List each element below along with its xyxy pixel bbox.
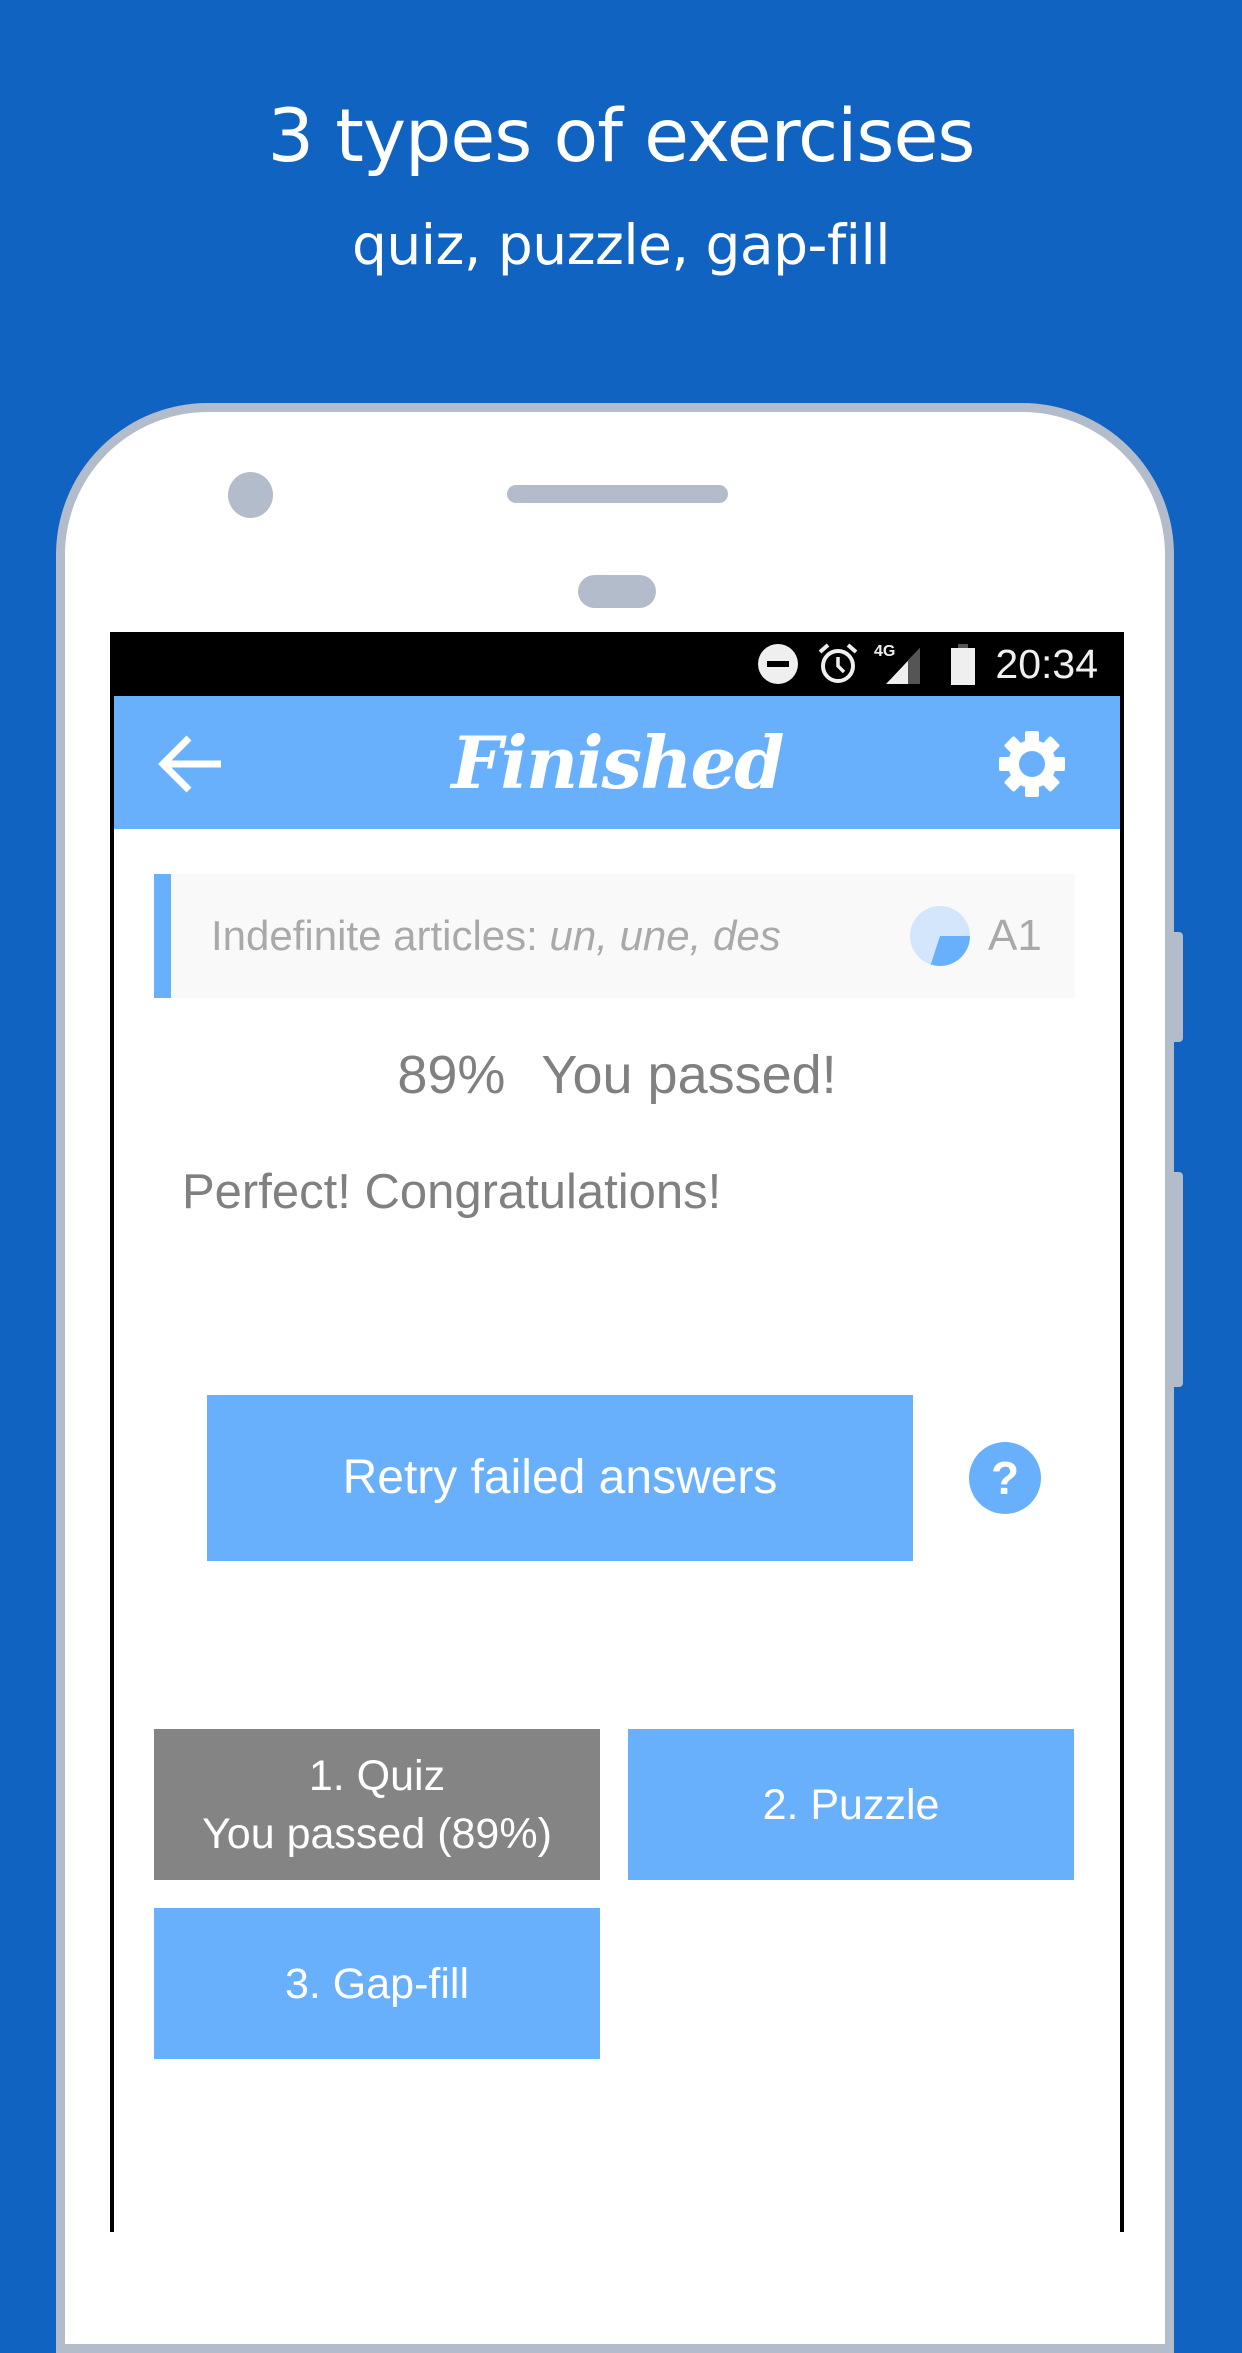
phone-screen: 4G 20:34 Finished Indefinite articles: u… [110, 632, 1124, 2232]
exercise-tile-puzzle[interactable]: 2. Puzzle [628, 1729, 1074, 1880]
progress-pie-icon [910, 906, 970, 966]
exercise-tile-gap-fill[interactable]: 3. Gap-fill [154, 1908, 600, 2059]
signal-4g-icon: 4G [874, 632, 926, 696]
topic-title: Indefinite articles: un, une, des [211, 874, 781, 998]
result-message: Perfect! Congratulations! [182, 1165, 722, 1219]
promo-headline: 3 types of exercises [267, 94, 976, 179]
help-button[interactable]: ? [969, 1442, 1041, 1514]
network-label: 4G [874, 643, 895, 660]
phone-camera [228, 472, 273, 518]
topic-card[interactable]: Indefinite articles: un, une, des A1 [154, 874, 1075, 998]
phone-power-button [1174, 1172, 1183, 1387]
topic-examples: un, une, des [549, 912, 781, 959]
question-mark-icon: ? [990, 1452, 1020, 1504]
exercise-title: 2. Puzzle [762, 1780, 940, 1829]
settings-button[interactable] [994, 726, 1070, 802]
gear-icon [999, 731, 1065, 797]
phone-sensor [578, 575, 656, 608]
retry-failed-answers-button[interactable]: Retry failed answers [207, 1395, 913, 1561]
exercise-status: You passed (89%) [202, 1809, 552, 1858]
alarm-icon [816, 632, 860, 696]
topic-label: Indefinite articles: [211, 912, 550, 959]
pass-status: You passed! [541, 1045, 837, 1105]
score-percent: 89% [397, 1045, 506, 1105]
topic-accent-bar [154, 874, 171, 998]
battery-icon [950, 632, 976, 696]
exercise-tile-quiz[interactable]: 1. Quiz You passed (89%) [154, 1729, 600, 1880]
app-bar: Finished [114, 696, 1120, 829]
status-time: 20:34 [995, 641, 1098, 687]
topic-level: A1 [988, 911, 1042, 960]
page-title: Finished [451, 720, 784, 805]
score-line: 89% You passed! [114, 1040, 1120, 1110]
do-not-disturb-icon [757, 632, 799, 696]
phone-volume-button [1174, 932, 1183, 1042]
status-bar: 4G 20:34 [114, 632, 1120, 696]
promo-subline: quiz, puzzle, gap-fill [351, 213, 891, 277]
exercise-title: 1. Quiz [308, 1751, 446, 1800]
phone-speaker [507, 485, 728, 503]
exercise-title: 3. Gap-fill [284, 1959, 469, 2008]
